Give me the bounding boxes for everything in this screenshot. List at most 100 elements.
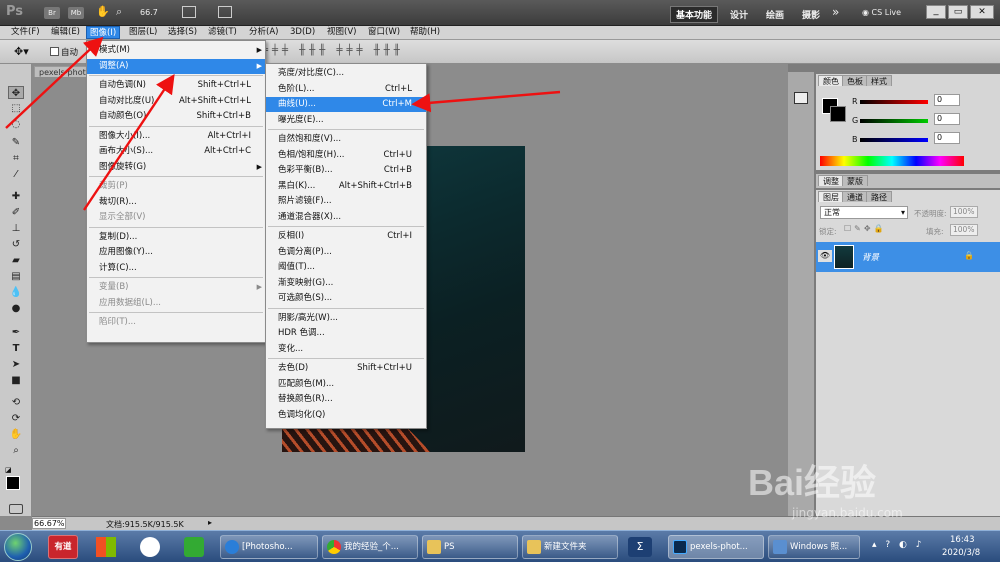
image-menu-item[interactable]: 图像大小(I)... Alt+Ctrl+I (87, 129, 265, 144)
adjust-menu-item[interactable]: 阈值(T)... (266, 260, 426, 275)
adjust-menu-item[interactable]: 去色(D) Shift+Ctrl+U (266, 361, 426, 376)
minimize-button[interactable]: _ (926, 5, 946, 19)
menu-analysis[interactable]: 分析(A) (246, 26, 281, 39)
tab-layers[interactable]: 图层 (818, 191, 844, 202)
taskbar-youdao[interactable]: 有道 (48, 535, 78, 559)
workspace-photography[interactable]: 摄影 (802, 8, 820, 21)
blur-tool-icon[interactable]: 💧 (8, 286, 24, 299)
taskbar-my-experience[interactable]: 我的经验_个... (322, 535, 418, 559)
adjust-menu-item[interactable]: 替换颜色(R)... (266, 392, 426, 407)
type-tool-icon[interactable]: T (8, 342, 24, 355)
align-icons[interactable]: ╪╪╪ ╫╫╫ ╪╪╪ ╫╫╫ (262, 45, 404, 56)
tab-channels[interactable]: 通道 (842, 191, 868, 202)
bridge-button[interactable]: Br (44, 7, 60, 19)
foreground-color-swatch[interactable] (6, 476, 20, 490)
fill-field[interactable]: 100% (950, 224, 978, 236)
layer-name[interactable]: 背景 (862, 251, 879, 263)
quick-mask-icon[interactable] (9, 504, 23, 514)
adjust-menu-item[interactable]: 匹配颜色(M)... (266, 377, 426, 392)
taskbar-new-folder[interactable]: 新建文件夹 (522, 535, 618, 559)
gradient-tool-icon[interactable]: ▤ (8, 270, 24, 283)
taskbar-windows-photos[interactable]: Windows 照... (768, 535, 860, 559)
image-menu-item[interactable]: 模式(M) ▶ (87, 43, 265, 58)
channel-r-value[interactable]: 0 (934, 94, 960, 106)
status-menu-arrow-icon[interactable]: ▸ (208, 518, 212, 527)
zoom-icon[interactable]: ⌕ (116, 5, 122, 19)
eraser-tool-icon[interactable]: ▰ (8, 254, 24, 267)
adjust-menu-item[interactable]: 亮度/对比度(C)... (266, 66, 426, 81)
image-menu-item[interactable]: 图像旋转(G) ▶ (87, 160, 265, 175)
adjust-menu-item[interactable]: 色相/饱和度(H)... Ctrl+U (266, 148, 426, 163)
menu-edit[interactable]: 编辑(E) (48, 26, 83, 39)
hand-icon[interactable]: ✋ (96, 5, 110, 18)
zoom-tool-icon[interactable]: ⌕ (8, 444, 24, 457)
image-menu-item[interactable]: 计算(C)... (87, 261, 265, 276)
adjust-menu-item[interactable]: 曝光度(E)... (266, 113, 426, 128)
marquee-tool-icon[interactable]: ⬚ (8, 102, 24, 115)
minibridge-button[interactable]: Mb (68, 7, 84, 19)
lock-icons[interactable]: ☐✎✥🔒 (844, 224, 887, 233)
brush-tool-icon[interactable]: ✐ (8, 206, 24, 219)
3d-rotate-icon[interactable]: ⟲ (8, 396, 24, 409)
office-icon[interactable] (96, 537, 116, 557)
menu-select[interactable]: 选择(S) (165, 26, 200, 39)
adjust-menu-item[interactable]: 色调分离(P)... (266, 245, 426, 260)
tab-color[interactable]: 颜色 (818, 75, 844, 86)
restore-button[interactable]: ▭ (948, 5, 968, 19)
screen-mode-icon[interactable] (218, 6, 232, 18)
menu-file[interactable]: 文件(F) (8, 26, 43, 39)
menu-image[interactable]: 图像(I) (86, 26, 121, 39)
workspace-painting[interactable]: 绘画 (766, 8, 784, 21)
menu-filter[interactable]: 滤镜(T) (205, 26, 240, 39)
opacity-field[interactable]: 100% (950, 206, 978, 218)
adjust-menu-item[interactable]: 变化... (266, 342, 426, 357)
tab-paths[interactable]: 路径 (866, 191, 892, 202)
start-button-icon[interactable] (4, 533, 32, 561)
channel-b-value[interactable]: 0 (934, 132, 960, 144)
taskbar-pexels-photoshop[interactable]: pexels-phot... (668, 535, 764, 559)
hand-tool-icon[interactable]: ✋ (8, 428, 24, 441)
zoom-level[interactable]: 66.7 (140, 8, 158, 17)
more-workspaces-icon[interactable]: » (832, 5, 839, 19)
adjust-menu-item[interactable]: 色阶(L)... Ctrl+L (266, 82, 426, 97)
adjust-menu-item[interactable]: HDR 色调... (266, 326, 426, 341)
blend-mode-select[interactable]: 正常 ▾ (820, 206, 908, 219)
adjust-menu-item[interactable]: 可选颜色(S)... (266, 291, 426, 306)
3d-orbit-icon[interactable]: ⟳ (8, 412, 24, 425)
adjust-menu-item[interactable]: 通道混合器(X)... (266, 210, 426, 225)
crop-tool-icon[interactable]: ⌗ (8, 152, 24, 165)
adjust-menu-item[interactable]: 色彩平衡(B)... Ctrl+B (266, 163, 426, 178)
app-icon-flower[interactable] (140, 537, 160, 557)
history-panel-icon[interactable] (794, 92, 808, 104)
workspace-design[interactable]: 设计 (730, 8, 748, 21)
image-menu-item[interactable]: 复制(D)... (87, 230, 265, 245)
clock-date[interactable]: 2020/3/8 (942, 548, 980, 558)
move-tool-icon[interactable]: ✥ (8, 86, 24, 99)
clock-time[interactable]: 16:43 (950, 535, 975, 545)
app-icon-green[interactable] (184, 537, 204, 557)
visibility-eye-icon[interactable]: 👁 (818, 250, 832, 262)
adjust-menu-item[interactable]: 黑白(K)... Alt+Shift+Ctrl+B (266, 179, 426, 194)
tab-styles[interactable]: 样式 (866, 75, 892, 86)
menu-layer[interactable]: 图层(L) (126, 26, 160, 39)
status-zoom[interactable]: 66.67% (32, 518, 66, 529)
stamp-tool-icon[interactable]: ⊥ (8, 222, 24, 235)
menu-help[interactable]: 帮助(H) (407, 26, 443, 39)
lasso-tool-icon[interactable]: ◌ (8, 118, 24, 131)
channel-b-slider[interactable] (860, 138, 928, 142)
adjust-menu-item[interactable]: 自然饱和度(V)... (266, 132, 426, 147)
image-menu-item[interactable]: 自动颜色(O) Shift+Ctrl+B (87, 109, 265, 124)
adjust-menu-item[interactable]: 渐变映射(G)... (266, 276, 426, 291)
history-brush-icon[interactable]: ↺ (8, 238, 24, 251)
bg-color-chip[interactable] (830, 106, 846, 122)
image-menu-item[interactable]: 调整(A) ▶ (87, 58, 265, 74)
tab-swatches[interactable]: 色板 (842, 75, 868, 86)
taskbar-ps-folder[interactable]: PS (422, 535, 518, 559)
sigma-icon[interactable]: Σ (628, 537, 652, 557)
menu-window[interactable]: 窗口(W) (365, 26, 403, 39)
document-tab[interactable]: pexels-phot (34, 66, 91, 77)
image-menu-item[interactable]: 画布大小(S)... Alt+Ctrl+C (87, 144, 265, 159)
image-menu-item[interactable]: 自动色调(N) Shift+Ctrl+L (87, 78, 265, 93)
path-select-icon[interactable]: ➤ (8, 358, 24, 371)
eyedropper-tool-icon[interactable]: ⁄ (8, 168, 24, 181)
